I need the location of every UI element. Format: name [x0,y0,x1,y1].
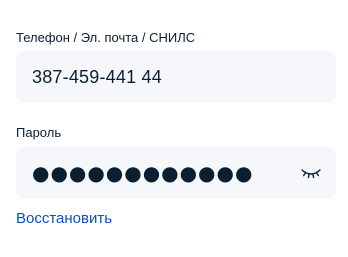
eye-closed-icon[interactable] [300,165,322,181]
restore-password-link[interactable]: Восстановить [16,210,112,228]
login-input[interactable] [32,51,292,103]
password-label: Пароль [16,125,62,140]
password-field[interactable]: ●●●●●●●●●●●● [16,147,336,199]
password-input[interactable]: ●●●●●●●●●●●● [32,147,253,199]
login-field[interactable] [16,51,336,103]
login-label: Телефон / Эл. почта / СНИЛС [16,30,196,45]
